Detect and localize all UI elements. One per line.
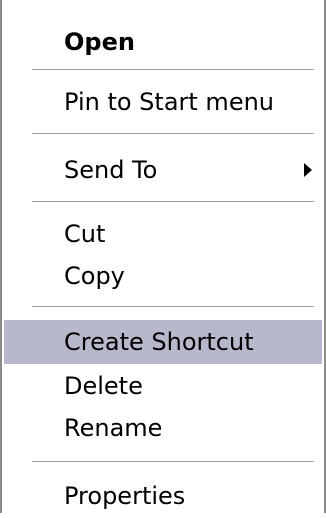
menu-item-open[interactable]: Open bbox=[4, 20, 322, 64]
menu-separator bbox=[32, 306, 314, 308]
menu-item-cut[interactable]: Cut bbox=[4, 212, 322, 256]
menu-item-label: Pin to Start menu bbox=[64, 88, 274, 116]
menu-item-send-to[interactable]: Send To bbox=[4, 148, 322, 192]
menu-item-rename[interactable]: Rename bbox=[4, 406, 322, 450]
menu-item-label: Rename bbox=[64, 414, 163, 442]
menu-item-properties[interactable]: Properties bbox=[4, 474, 322, 518]
context-menu: Open Pin to Start menu Send To Cut Copy … bbox=[0, 0, 326, 513]
menu-item-delete[interactable]: Delete bbox=[4, 364, 322, 408]
menu-item-label: Open bbox=[64, 28, 135, 56]
menu-item-label: Delete bbox=[64, 372, 143, 400]
menu-item-label: Send To bbox=[64, 156, 158, 184]
menu-item-label: Properties bbox=[64, 482, 186, 510]
menu-separator bbox=[32, 201, 314, 203]
menu-item-label: Cut bbox=[64, 220, 106, 248]
menu-separator bbox=[32, 133, 314, 135]
menu-item-label: Copy bbox=[64, 262, 125, 290]
menu-item-create-shortcut[interactable]: Create Shortcut bbox=[4, 320, 322, 364]
chevron-right-icon bbox=[304, 163, 312, 177]
menu-item-pin-to-start[interactable]: Pin to Start menu bbox=[4, 80, 322, 124]
menu-separator bbox=[32, 69, 314, 71]
menu-item-copy[interactable]: Copy bbox=[4, 254, 322, 298]
menu-separator bbox=[32, 461, 314, 463]
menu-item-label: Create Shortcut bbox=[64, 328, 254, 356]
